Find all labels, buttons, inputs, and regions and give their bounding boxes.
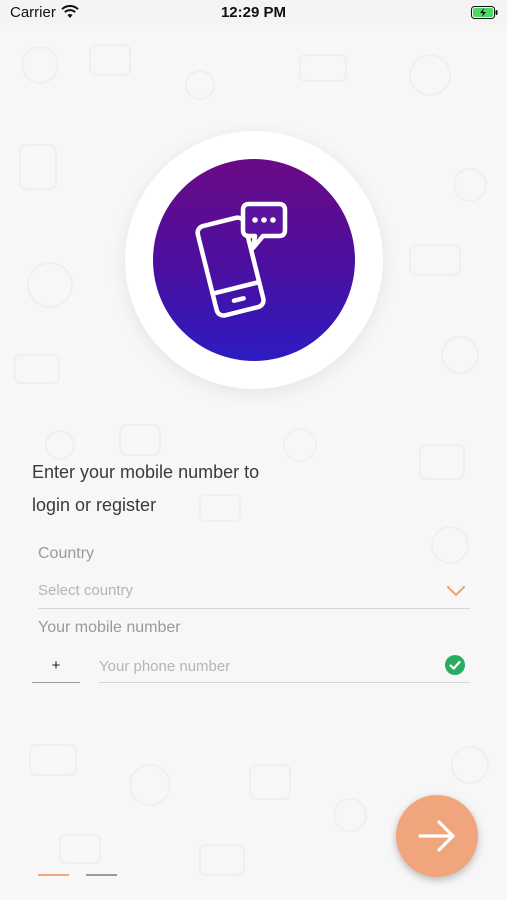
country-label: Country	[38, 545, 95, 562]
mobile-label: Your mobile number	[38, 619, 181, 636]
page-indicator-active	[38, 874, 69, 876]
prompt-line-2: login or register	[32, 495, 157, 515]
arrow-right-icon	[418, 820, 455, 852]
battery-charging-icon	[471, 6, 498, 19]
phone-field[interactable]	[99, 652, 470, 683]
page-indicator	[86, 874, 117, 876]
prompt-line-1: Enter your mobile number to	[32, 462, 260, 482]
check-circle-icon	[445, 655, 465, 675]
next-button[interactable]	[396, 795, 478, 877]
country-placeholder: Select country	[38, 582, 134, 599]
phone-input[interactable]	[99, 654, 429, 678]
chevron-down-icon[interactable]	[446, 585, 466, 597]
phone-chat-icon	[195, 201, 288, 318]
status-bar: Carrier 12:29 PM	[0, 0, 507, 25]
country-select[interactable]: Select country	[38, 578, 470, 609]
country-code-field[interactable]: +	[32, 652, 80, 683]
login-prompt: Enter your mobile number to login or reg…	[32, 456, 362, 522]
status-time: 12:29 PM	[220, 4, 287, 21]
country-code-prefix: +	[51, 657, 61, 674]
